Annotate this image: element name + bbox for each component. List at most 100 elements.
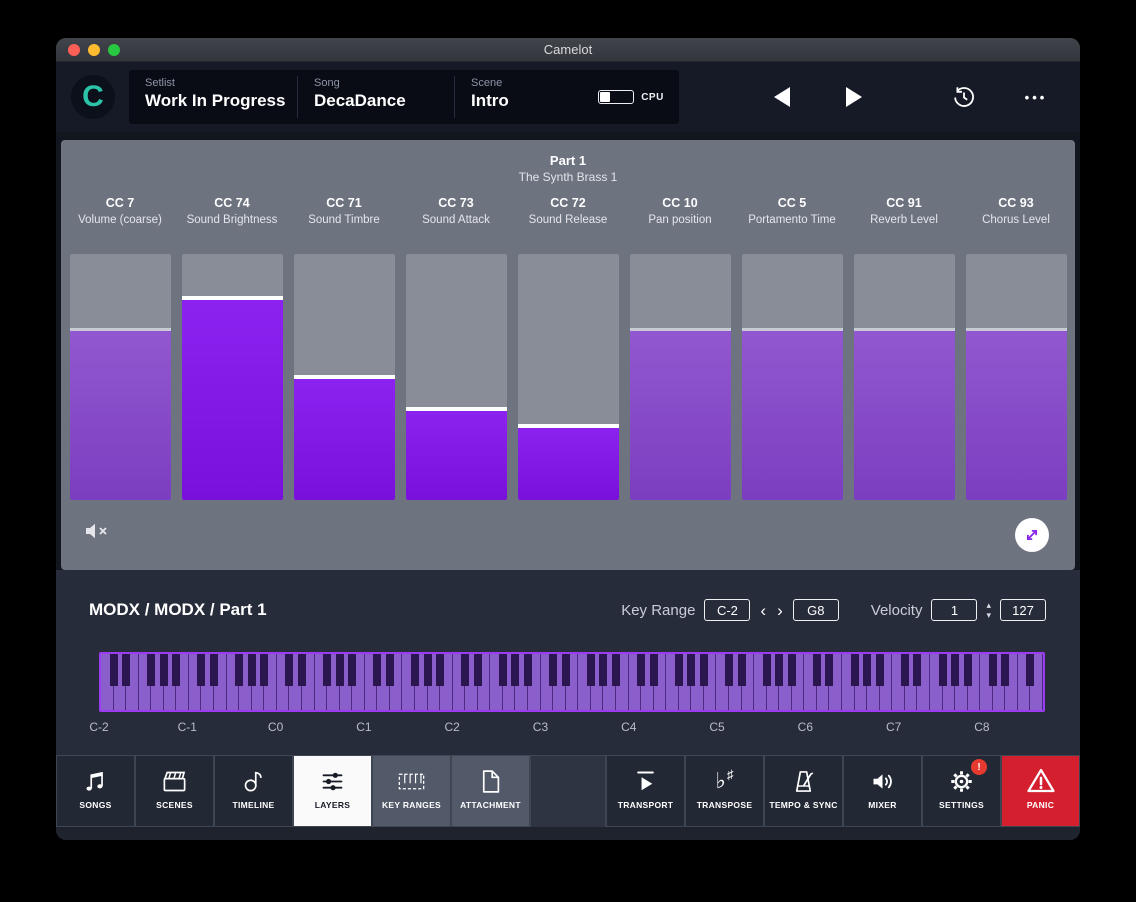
cc-fader[interactable] xyxy=(966,254,1067,500)
fader-handle[interactable] xyxy=(518,424,619,428)
fader-column: CC 72Sound Release xyxy=(518,196,619,500)
toolbar-button-tempo-sync[interactable]: TEMPO & SYNC xyxy=(765,756,842,826)
cc-fader[interactable] xyxy=(518,254,619,500)
cc-fader[interactable] xyxy=(294,254,395,500)
fader-handle[interactable] xyxy=(70,328,171,331)
black-key xyxy=(775,654,783,686)
chevron-left-icon[interactable]: ‹ xyxy=(759,602,767,619)
fader-column: CC 10Pan position xyxy=(630,196,731,500)
fader-cc-label: CC 7 xyxy=(106,196,134,212)
toolbar-button-label: PANIC xyxy=(1027,800,1054,810)
cc-fader[interactable] xyxy=(182,254,283,500)
toolbar-button-label: TEMPO & SYNC xyxy=(769,800,837,810)
toolbar-button-transport[interactable]: TRANSPORT xyxy=(607,756,684,826)
black-key xyxy=(461,654,469,686)
fader-cc-label: CC 71 xyxy=(326,196,361,212)
toolbar-button-settings[interactable]: SETTINGS! xyxy=(923,756,1000,826)
fader-cc-label: CC 74 xyxy=(214,196,249,212)
history-icon xyxy=(951,84,977,110)
play-icon xyxy=(632,765,659,797)
setlist-display[interactable]: Setlist Work In Progress xyxy=(129,70,297,124)
black-key xyxy=(285,654,293,686)
black-key xyxy=(323,654,331,686)
black-key xyxy=(348,654,356,686)
cc-fader[interactable] xyxy=(742,254,843,500)
setlist-label: Setlist xyxy=(145,77,297,89)
black-key xyxy=(436,654,444,686)
fader-fill xyxy=(630,328,731,500)
fader-handle[interactable] xyxy=(406,407,507,411)
part-subtitle: The Synth Brass 1 xyxy=(61,170,1075,184)
black-key xyxy=(511,654,519,686)
fader-name-label: Sound Timbre xyxy=(308,214,380,228)
black-key xyxy=(147,654,155,686)
scene-display[interactable]: Scene Intro xyxy=(455,70,583,124)
fader-name-label: Volume (coarse) xyxy=(78,214,162,228)
velocity-low-input[interactable]: 1 xyxy=(931,599,977,621)
cc-fader[interactable] xyxy=(70,254,171,500)
black-key xyxy=(122,654,130,686)
octave-label: C6 xyxy=(798,720,813,734)
camelot-logo-icon[interactable]: C xyxy=(71,75,115,119)
octave-label: C7 xyxy=(886,720,901,734)
music-notes-icon xyxy=(82,765,109,797)
settings-alert-badge: ! xyxy=(971,759,987,775)
key-range-high-input[interactable]: G8 xyxy=(793,599,839,621)
toolbar-button-key-ranges[interactable]: KEY RANGES xyxy=(373,756,450,826)
fader-handle[interactable] xyxy=(182,296,283,300)
header-bar: C Setlist Work In Progress Song DecaDanc… xyxy=(56,62,1080,132)
cpu-label: CPU xyxy=(641,92,664,103)
velocity-label: Velocity xyxy=(871,602,923,619)
toolbar-button-layers[interactable]: LAYERS xyxy=(294,756,371,826)
toolbar-button-panic[interactable]: PANIC xyxy=(1002,756,1079,826)
fader-fill xyxy=(406,407,507,500)
keyboard-icon xyxy=(398,765,425,797)
toolbar-button-mixer[interactable]: MIXER xyxy=(844,756,921,826)
history-button[interactable] xyxy=(950,83,978,111)
next-scene-button[interactable] xyxy=(840,83,868,111)
fader-column: CC 74 Sound Brightness xyxy=(182,196,283,500)
black-key xyxy=(851,654,859,686)
fader-name-label: Sound Brightness xyxy=(187,214,278,228)
expand-button[interactable] xyxy=(1015,518,1049,552)
black-key xyxy=(411,654,419,686)
toolbar-button-transpose[interactable]: ♭♯TRANSPOSE xyxy=(686,756,763,826)
velocity-high-input[interactable]: 127 xyxy=(1000,599,1046,621)
fader-fill xyxy=(518,424,619,500)
black-key xyxy=(1001,654,1009,686)
step-down-icon[interactable]: ▾ xyxy=(986,611,991,620)
fader-handle[interactable] xyxy=(742,328,843,331)
toolbar-button-songs[interactable]: SONGS xyxy=(57,756,134,826)
black-key xyxy=(675,654,683,686)
cc-fader[interactable] xyxy=(630,254,731,500)
previous-scene-button[interactable] xyxy=(768,83,796,111)
black-key xyxy=(964,654,972,686)
octave-label: C3 xyxy=(533,720,548,734)
chevron-right-icon[interactable]: › xyxy=(776,602,784,619)
song-display[interactable]: Song DecaDance xyxy=(298,70,454,124)
fader-handle[interactable] xyxy=(966,328,1067,331)
toolbar-button-scenes[interactable]: SCENES xyxy=(136,756,213,826)
more-menu-button[interactable]: ••• xyxy=(1022,83,1050,111)
key-range-keyboard[interactable] xyxy=(99,652,1045,712)
cc-fader[interactable] xyxy=(854,254,955,500)
octave-labels: C-2C-1C0C1C2C3C4C5C6C7C8 xyxy=(99,720,1045,736)
step-up-icon[interactable]: ▴ xyxy=(986,601,991,610)
velocity-stepper[interactable]: ▴ ▾ xyxy=(986,601,991,620)
mute-button[interactable] xyxy=(83,521,113,546)
part-header: Part 1 The Synth Brass 1 xyxy=(61,140,1075,184)
faders-row: CC 7 Volume (coarse) CC 74 Sound Brightness… xyxy=(61,196,1075,500)
fader-handle[interactable] xyxy=(294,375,395,379)
fader-handle[interactable] xyxy=(854,328,955,331)
octave-label: C5 xyxy=(709,720,724,734)
black-key xyxy=(913,654,921,686)
fader-handle[interactable] xyxy=(630,328,731,331)
keyboard-keys xyxy=(101,654,1043,710)
toolbar-button-attachment[interactable]: ATTACHMENT xyxy=(452,756,529,826)
layer-panel: MODX / MODX / Part 1 Key Range C-2 ‹ › G… xyxy=(56,570,1080,755)
toolbar-button-timeline[interactable]: TIMELINE xyxy=(215,756,292,826)
cc-fader[interactable] xyxy=(406,254,507,500)
fader-name-label: Reverb Level xyxy=(870,214,938,228)
key-range-low-input[interactable]: C-2 xyxy=(704,599,750,621)
key-range-label: Key Range xyxy=(621,602,695,619)
